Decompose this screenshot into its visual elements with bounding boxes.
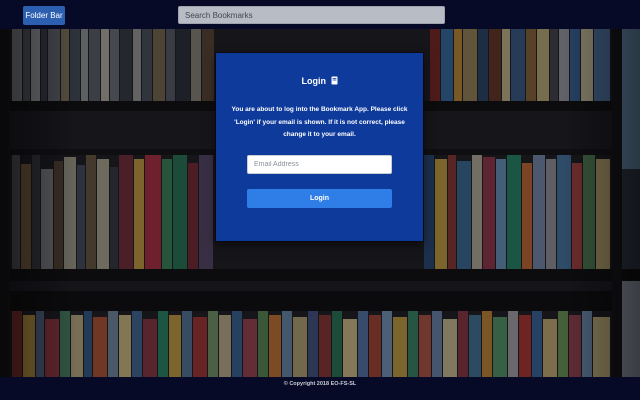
copyright-text: © Copyright 2018 EO-FS-SL — [283, 381, 357, 387]
login-message: You are about to log into the Bookmark A… — [231, 106, 408, 138]
login-title-row: Login — [216, 75, 423, 87]
email-field[interactable] — [247, 155, 392, 174]
top-bar: Folder Bar — [0, 0, 640, 29]
login-title: Login — [301, 76, 326, 86]
page: Folder Bar Search Bookmarks Login You ar… — [0, 0, 640, 400]
folder-bar-button[interactable]: Folder Bar — [23, 6, 65, 25]
login-dialog: Login You are about to log into the Book… — [216, 53, 423, 241]
search-input[interactable] — [178, 6, 445, 24]
book-icon — [331, 76, 337, 85]
footer: © Copyright 2018 EO-FS-SL — [0, 377, 640, 400]
login-button[interactable]: Login — [247, 189, 392, 208]
